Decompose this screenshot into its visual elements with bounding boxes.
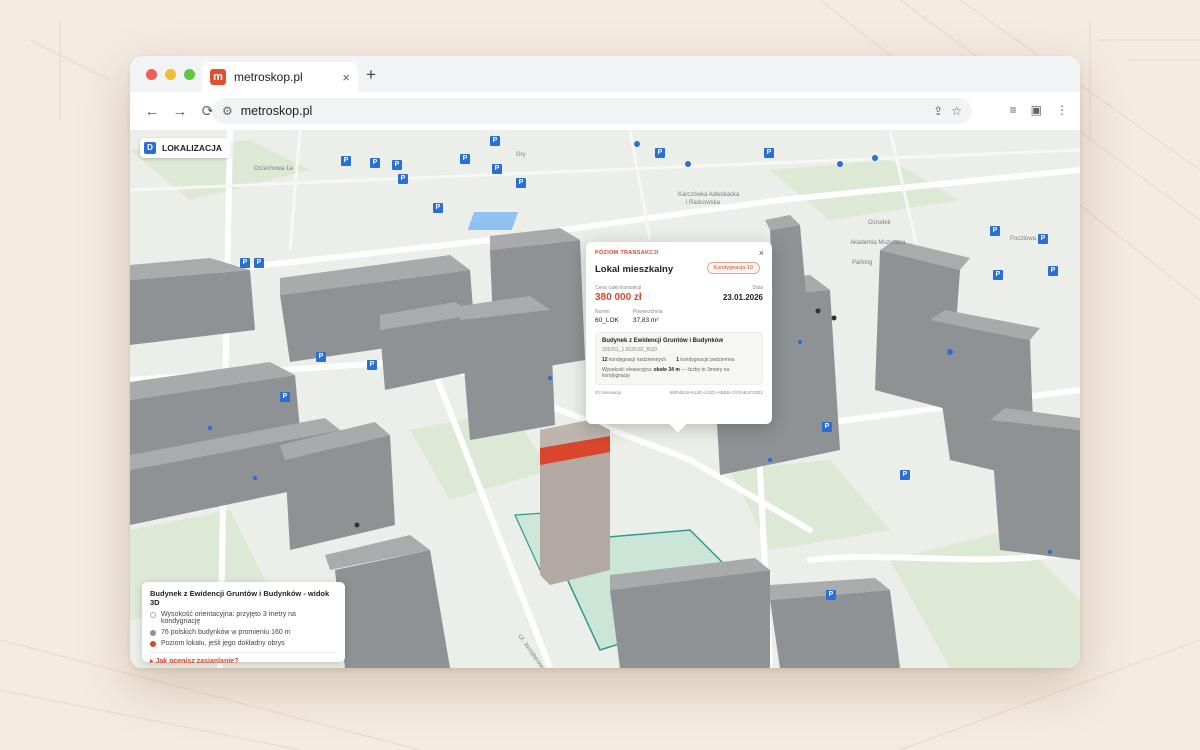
transaction-id-value: 65f04616-613D-412D-ABEB-C5TAB1F0301 <box>669 391 763 396</box>
parking-pin[interactable]: P <box>280 392 290 402</box>
parking-pin[interactable]: P <box>433 203 443 213</box>
parking-pin[interactable]: P <box>516 178 526 188</box>
parking-pin[interactable]: P <box>490 136 500 146</box>
parking-pin[interactable]: P <box>764 148 774 158</box>
water-pond <box>467 212 519 230</box>
legend-item-text: Poziom lokalu, jeśli jego dokładny obrys <box>161 640 285 647</box>
location-icon: D <box>144 142 156 154</box>
parking-pin[interactable]: P <box>341 156 351 166</box>
street-label: Pocztowa <box>1010 236 1037 242</box>
parking-pin[interactable]: P <box>240 258 250 268</box>
browser-tab[interactable]: m metroskop.pl × <box>202 62 358 92</box>
floors-below-text: kondygnacja podziemna <box>680 357 735 363</box>
street-label: Akademia Muzyczna <box>850 240 906 246</box>
map-legend: Budynek z Ewidencji Gruntów i Budynków -… <box>142 582 345 665</box>
browser-window: m metroskop.pl × + ← → ⟳ ⚙ metroskop.pl … <box>130 56 1080 668</box>
popup-footer: ID transakcji 65f04616-613D-412D-ABEB-C5… <box>595 391 763 396</box>
side-panel-icon[interactable]: ▣ <box>1031 103 1042 117</box>
parking-pin[interactable]: P <box>316 352 326 362</box>
building-box-title: Budynek z Ewidencji Gruntów i Budynków <box>602 338 724 344</box>
transaction-popup: POZIOM TRANSAKCJI × Lokal mieszkalny Kon… <box>586 242 772 424</box>
legend-item-text: Wysokość orientacyjna: przyjęto 3 metry … <box>161 611 296 625</box>
site-favicon-icon: m <box>210 69 226 85</box>
address-bar[interactable]: ⚙ metroskop.pl ⇪ ☆ <box>212 98 972 124</box>
parking-pin[interactable]: P <box>993 270 1003 280</box>
street-label: Ośrodek <box>868 220 891 226</box>
floors-above-text: kondygnacji nadziemnych <box>608 357 667 363</box>
feedback-link[interactable]: ▸ Jak ocenisz zasianlanie? <box>150 652 337 665</box>
number-area-row: Numer 60_LOK Powierzchnia 37,83 m² <box>595 309 763 324</box>
date-label: Data <box>752 285 763 291</box>
street-label: Karczówka Adwokacka <box>678 192 740 198</box>
area-value: 37,83 m² <box>632 317 659 324</box>
number-value: 60_LOK <box>595 317 619 324</box>
parking-pin[interactable]: P <box>655 148 665 158</box>
building-info-box: Budynek z Ewidencji Gruntów i Budynków 3… <box>595 332 763 385</box>
legend-item: Poziom lokalu, jeśli jego dokładny obrys <box>150 640 337 647</box>
floors-above-count: 12 <box>602 357 608 363</box>
location-chip-label: LOKALIZACJA <box>162 143 222 153</box>
parking-pin[interactable]: P <box>900 470 910 480</box>
map-3d-view[interactable]: D LOKALIZACJA P P P P P P P P P P P P P … <box>130 130 1080 668</box>
parking-pin[interactable]: P <box>370 158 380 168</box>
close-tab-icon[interactable]: × <box>342 70 350 85</box>
price-date-row: Cena całej transakcji 380 000 zł Data 23… <box>595 285 763 303</box>
minimize-window-button[interactable] <box>165 68 176 80</box>
site-info-icon[interactable]: ⚙ <box>222 104 233 118</box>
floor-badge: Kondygnacja 10 <box>706 262 760 274</box>
number-label: Numer <box>595 309 611 315</box>
parking-pin[interactable]: P <box>367 360 377 370</box>
bookmark-star-icon[interactable]: ☆ <box>951 104 962 118</box>
floors-below-count: 1 <box>676 357 679 363</box>
parking-pin[interactable]: P <box>460 154 470 164</box>
new-tab-button[interactable]: + <box>366 65 376 85</box>
browser-toolbar: ← → ⟳ ⚙ metroskop.pl ⇪ ☆ ≡ ▣ ⋮ <box>130 92 1080 130</box>
legend-item: Wysokość orientacyjna: przyjęto 3 metry … <box>150 611 337 625</box>
parking-pin[interactable]: P <box>822 422 832 432</box>
feedback-link-text[interactable]: Jak ocenisz zasianlanie? <box>155 658 238 665</box>
legend-title: Budynek z Ewidencji Gruntów i Budynków -… <box>150 589 330 607</box>
popup-kicker: POZIOM TRANSAKCJI <box>595 250 659 256</box>
toolbar-actions: ≡ ▣ ⋮ <box>1010 103 1068 117</box>
street-label: i Radcowska <box>686 200 721 206</box>
tab-bar: m metroskop.pl × + <box>130 56 1080 92</box>
maximize-window-button[interactable] <box>184 68 195 80</box>
parking-pin[interactable]: P <box>398 174 408 184</box>
street-label: Parking <box>852 260 873 266</box>
tab-title: metroskop.pl <box>234 70 303 84</box>
legend-item: 76 polskich budynków w promieniu 160 m <box>150 629 337 636</box>
price-label: Cena całej transakcji <box>595 285 642 291</box>
floors-line: 12 kondygnacji nadziemnych 1 kondygnacja… <box>602 357 756 363</box>
legend-item-text: 76 polskich budynków w promieniu 160 m <box>161 629 291 636</box>
parking-pin[interactable]: P <box>254 258 264 268</box>
back-button[interactable]: ← <box>138 103 166 120</box>
parking-pin[interactable]: P <box>990 226 1000 236</box>
legend-dot-gray <box>150 630 156 636</box>
street-label: Orzechowa 1a <box>254 166 293 172</box>
parking-pin[interactable]: P <box>826 590 836 600</box>
menu-icon[interactable]: ⋮ <box>1056 103 1068 117</box>
height-value: około 34 m <box>653 367 680 373</box>
legend-dot-white <box>150 612 156 618</box>
forward-button[interactable]: → <box>166 103 194 120</box>
price-value: 380 000 zł <box>595 292 642 303</box>
parking-pin[interactable]: P <box>392 160 402 170</box>
transaction-id-label: ID transakcji <box>595 391 622 396</box>
parking-pin[interactable]: P <box>1038 234 1048 244</box>
close-window-button[interactable] <box>146 68 157 80</box>
url-text: metroskop.pl <box>240 104 313 118</box>
location-chip[interactable]: D LOKALIZACJA <box>140 138 230 158</box>
height-line: Wysokość elewacyjna: około 34 m — liczby… <box>602 367 756 379</box>
legend-dot-red <box>150 641 156 647</box>
reading-list-icon[interactable]: ≡ <box>1010 103 1017 117</box>
building-id: 326201_1.0020.82_BUD <box>602 347 658 353</box>
window-controls <box>146 68 195 80</box>
close-icon[interactable]: × <box>759 248 764 258</box>
date-value: 23.01.2026 <box>722 293 763 302</box>
area-label: Powierzchnia <box>632 309 663 315</box>
share-icon[interactable]: ⇪ <box>933 104 943 118</box>
parking-pin[interactable]: P <box>1048 266 1058 276</box>
street-label: Gry <box>516 152 526 158</box>
parking-pin[interactable]: P <box>492 164 502 174</box>
